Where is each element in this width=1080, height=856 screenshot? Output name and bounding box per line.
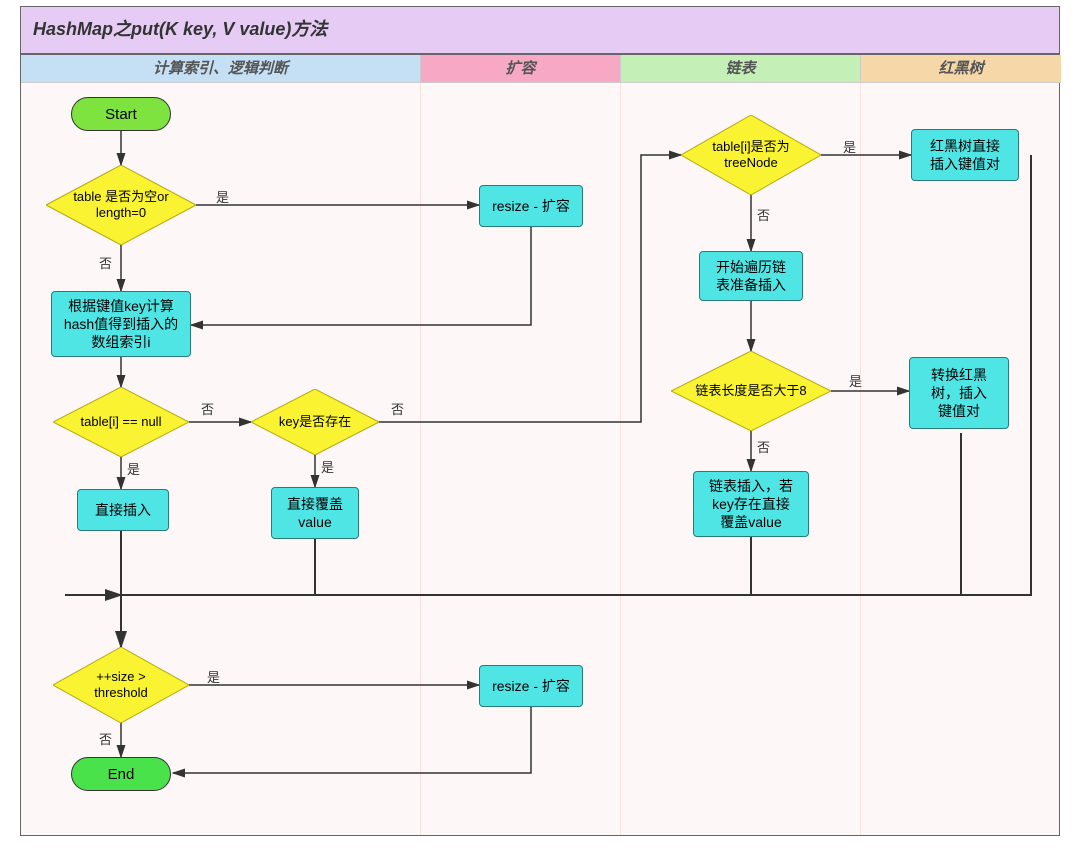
flowchart-diagram: HashMap之put(K key, V value)方法 计算索引、逻辑判断 … bbox=[0, 0, 1080, 856]
decision-size-threshold: ++size >threshold bbox=[53, 647, 189, 723]
lane-body-col4 bbox=[861, 83, 1061, 835]
process-convert-tree: 转换红黑树，插入键值对 bbox=[909, 357, 1009, 429]
end-node: End bbox=[71, 757, 171, 791]
lane-header-col3: 链表 bbox=[621, 55, 861, 83]
lane-body-col3 bbox=[621, 83, 861, 835]
diagram-title: HashMap之put(K key, V value)方法 bbox=[20, 6, 1060, 54]
process-overwrite: 直接覆盖value bbox=[271, 487, 359, 539]
edge-label-no: 否 bbox=[391, 399, 404, 418]
decision-list-len8: 链表长度是否大于8 bbox=[671, 351, 831, 431]
process-rbtree-insert: 红黑树直接插入键值对 bbox=[911, 129, 1019, 181]
decision-table-empty: table 是否为空orlength=0 bbox=[46, 165, 196, 245]
title-suffix: 方法 bbox=[291, 19, 327, 39]
lane-header-col2: 扩容 bbox=[421, 55, 621, 83]
edge-label-no: 否 bbox=[99, 729, 112, 748]
decision-treenode-label: table[i]是否为treeNode bbox=[681, 115, 821, 195]
edge-label-yes: 是 bbox=[849, 371, 862, 390]
edge-label-yes: 是 bbox=[127, 459, 140, 478]
decision-key-exists-label: key是否存在 bbox=[251, 389, 379, 455]
decision-key-exists: key是否存在 bbox=[251, 389, 379, 455]
process-traverse: 开始遍历链表准备插入 bbox=[699, 251, 803, 301]
edge-label-no: 否 bbox=[757, 205, 770, 224]
decision-table-i-null: table[i] == null bbox=[53, 387, 189, 457]
edge-label-no: 否 bbox=[99, 253, 112, 272]
decision-table-empty-label: table 是否为空orlength=0 bbox=[46, 165, 196, 245]
decision-size-threshold-label: ++size >threshold bbox=[53, 647, 189, 723]
process-resize-1: resize - 扩容 bbox=[479, 185, 583, 227]
lane-header-col4: 红黑树 bbox=[861, 55, 1061, 83]
swimlanes: 计算索引、逻辑判断 扩容 链表 红黑树 bbox=[20, 54, 1060, 836]
process-direct-insert: 直接插入 bbox=[77, 489, 169, 531]
lane-header-col1: 计算索引、逻辑判断 bbox=[21, 55, 421, 83]
process-list-insert: 链表插入，若key存在直接覆盖value bbox=[693, 471, 809, 537]
process-resize-2: resize - 扩容 bbox=[479, 665, 583, 707]
edge-label-yes: 是 bbox=[207, 667, 220, 686]
decision-table-i-null-label: table[i] == null bbox=[53, 387, 189, 457]
title-method: put(K key, V value) bbox=[131, 19, 291, 39]
process-compute-index: 根据键值key计算hash值得到插入的数组索引i bbox=[51, 291, 191, 357]
edge-label-no: 否 bbox=[757, 437, 770, 456]
edge-label-yes: 是 bbox=[321, 457, 334, 476]
edge-label-no: 否 bbox=[201, 399, 214, 418]
start-node: Start bbox=[71, 97, 171, 131]
edge-label-yes: 是 bbox=[843, 137, 856, 156]
decision-treenode: table[i]是否为treeNode bbox=[681, 115, 821, 195]
decision-list-len8-label: 链表长度是否大于8 bbox=[671, 351, 831, 431]
edge-label-yes: 是 bbox=[216, 187, 229, 206]
title-prefix: HashMap之 bbox=[33, 19, 131, 39]
